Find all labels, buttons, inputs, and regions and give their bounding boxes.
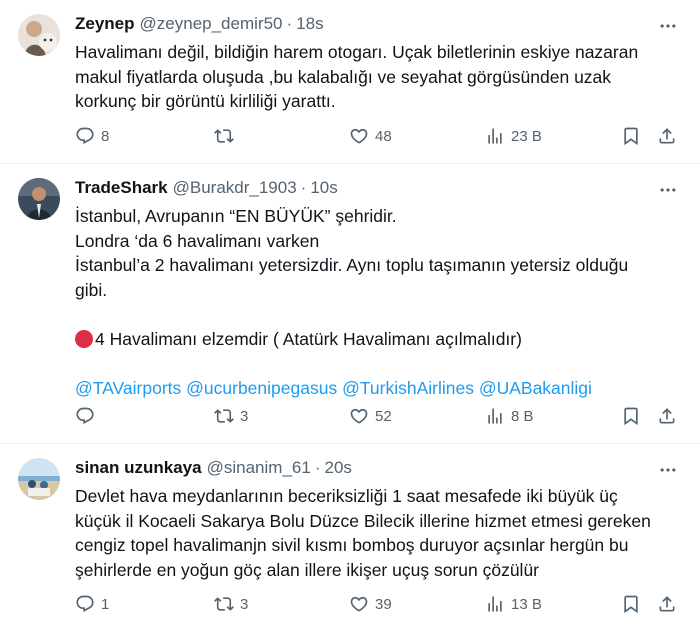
repost-icon <box>214 594 234 614</box>
bookmark-icon <box>621 594 641 614</box>
reply-count: 1 <box>101 595 110 613</box>
emoji-line-text: 4 Havalimanı elzemdir ( Atatürk Havalima… <box>95 328 522 349</box>
views-icon <box>485 594 505 614</box>
text-line: şehirlerde en yoğun göç alan illere ikiş… <box>75 559 539 580</box>
reply-icon <box>75 406 95 426</box>
like-button[interactable]: 48 <box>349 125 392 147</box>
text-line: korkunç bir görüntü kirliliği yarattı. <box>75 91 336 111</box>
repost-count: 3 <box>240 407 249 425</box>
views-button[interactable]: 23 B <box>485 125 542 147</box>
more-icon[interactable] <box>658 16 678 36</box>
reply-icon <box>75 126 95 146</box>
user-handle[interactable]: @zeynep_demir50 <box>140 14 283 34</box>
views-button[interactable]: 8 B <box>485 405 534 427</box>
more-icon[interactable] <box>658 180 678 200</box>
timestamp[interactable]: 20s <box>324 458 351 478</box>
avatar[interactable] <box>18 458 60 500</box>
separator-dot: · <box>314 458 321 477</box>
reply-count: 8 <box>101 127 110 145</box>
tweet-2[interactable]: TradeShark @Burakdr_1903 · 10s İstanbul,… <box>0 164 700 444</box>
bookmark-button[interactable] <box>621 593 641 615</box>
mention-link[interactable]: @TAVairports <box>75 378 181 398</box>
views-count: 8 B <box>511 407 534 425</box>
like-count: 52 <box>375 407 392 425</box>
like-icon <box>349 594 369 614</box>
timestamp[interactable]: 10s <box>310 178 337 198</box>
action-bar: 1 3 39 13 B <box>0 593 700 615</box>
share-icon <box>657 126 677 146</box>
text-line: cengiz topel havalimanjn sivil kısmı bom… <box>75 535 629 555</box>
tweet-3[interactable]: sinan uzunkaya @sinanim_61 · 20s Devlet … <box>0 444 700 630</box>
mention-link[interactable]: @TurkishAirlines <box>342 378 474 398</box>
like-count: 48 <box>375 127 392 145</box>
repost-count: 3 <box>240 595 249 613</box>
tweet-header: TradeShark @Burakdr_1903 · 10s <box>75 177 338 199</box>
bookmark-icon <box>621 126 641 146</box>
reply-button[interactable] <box>75 405 101 427</box>
text-line: gibi. <box>75 279 108 300</box>
views-button[interactable]: 13 B <box>485 593 542 615</box>
tweet-text: Havalimanı değil, bildiğin harem otogarı… <box>75 40 680 114</box>
display-name[interactable]: TradeShark <box>75 178 168 198</box>
tweet-1[interactable]: Zeynep @zeynep_demir50 · 18s Havalimanı … <box>0 0 700 164</box>
views-icon <box>485 126 505 146</box>
repost-button[interactable]: 3 <box>214 405 248 427</box>
bookmark-button[interactable] <box>621 405 641 427</box>
like-icon <box>349 126 369 146</box>
views-count: 23 B <box>511 127 542 145</box>
mention-link[interactable]: @UABakanligi <box>479 378 592 398</box>
views-count: 13 B <box>511 595 542 613</box>
text-line: Havalimanı değil, bildiğin harem otogarı… <box>75 42 639 62</box>
bookmark-button[interactable] <box>621 125 641 147</box>
text-line: Londra ‘da 6 havalimanı varken <box>75 230 320 251</box>
text-line: Devlet hava meydanlarının beceriksizliği… <box>75 486 618 506</box>
tweet-header: sinan uzunkaya @sinanim_61 · 20s <box>75 457 352 479</box>
action-bar: 8 48 23 B <box>0 125 700 147</box>
red-circle-emoji-icon <box>75 329 93 348</box>
tweet-text: Devlet hava meydanlarının beceriksizliği… <box>75 484 680 582</box>
timestamp[interactable]: 18s <box>296 14 323 34</box>
bookmark-icon <box>621 406 641 426</box>
share-icon <box>657 406 677 426</box>
reply-button[interactable]: 8 <box>75 125 109 147</box>
text-line: İstanbul, Avrupanın “EN BÜYÜK” şehridir. <box>75 206 397 226</box>
repost-button[interactable]: 3 <box>214 593 248 615</box>
action-bar: 3 52 8 B <box>0 405 700 427</box>
display-name[interactable]: sinan uzunkaya <box>75 458 202 478</box>
share-button[interactable] <box>657 125 677 147</box>
mention-link[interactable]: @ucurbenipegasus <box>186 378 337 398</box>
share-button[interactable] <box>657 593 677 615</box>
avatar[interactable] <box>18 14 60 56</box>
separator-dot: · <box>300 178 307 197</box>
repost-button[interactable] <box>214 125 240 147</box>
user-handle[interactable]: @Burakdr_1903 <box>173 178 297 198</box>
user-handle[interactable]: @sinanim_61 <box>207 458 311 478</box>
avatar[interactable] <box>18 178 60 220</box>
text-line: küçük il Kocaeli Sakarya Bolu Düzce Bile… <box>75 510 651 531</box>
mentions-line: @TAVairports @ucurbenipegasus @TurkishAi… <box>75 376 680 401</box>
views-icon <box>485 406 505 426</box>
share-icon <box>657 594 677 614</box>
display-name[interactable]: Zeynep <box>75 14 135 34</box>
more-icon[interactable] <box>658 460 678 480</box>
like-button[interactable]: 39 <box>349 593 392 615</box>
like-count: 39 <box>375 595 392 613</box>
repost-icon <box>214 406 234 426</box>
tweet-header: Zeynep @zeynep_demir50 · 18s <box>75 13 324 35</box>
separator-dot: · <box>286 14 293 33</box>
like-icon <box>349 406 369 426</box>
reply-icon <box>75 594 95 614</box>
repost-icon <box>214 126 234 146</box>
tweet-text: İstanbul, Avrupanın “EN BÜYÜK” şehridir.… <box>75 204 680 400</box>
like-button[interactable]: 52 <box>349 405 392 427</box>
text-line-emoji: 4 Havalimanı elzemdir ( Atatürk Havalima… <box>75 327 680 352</box>
text-line: İstanbul’a 2 havalimanı yetersizdir. Ayn… <box>75 255 629 275</box>
reply-button[interactable]: 1 <box>75 593 109 615</box>
share-button[interactable] <box>657 405 677 427</box>
text-line: makul fiyatlarda oluşuda ,bu kalabalığı … <box>75 66 612 87</box>
